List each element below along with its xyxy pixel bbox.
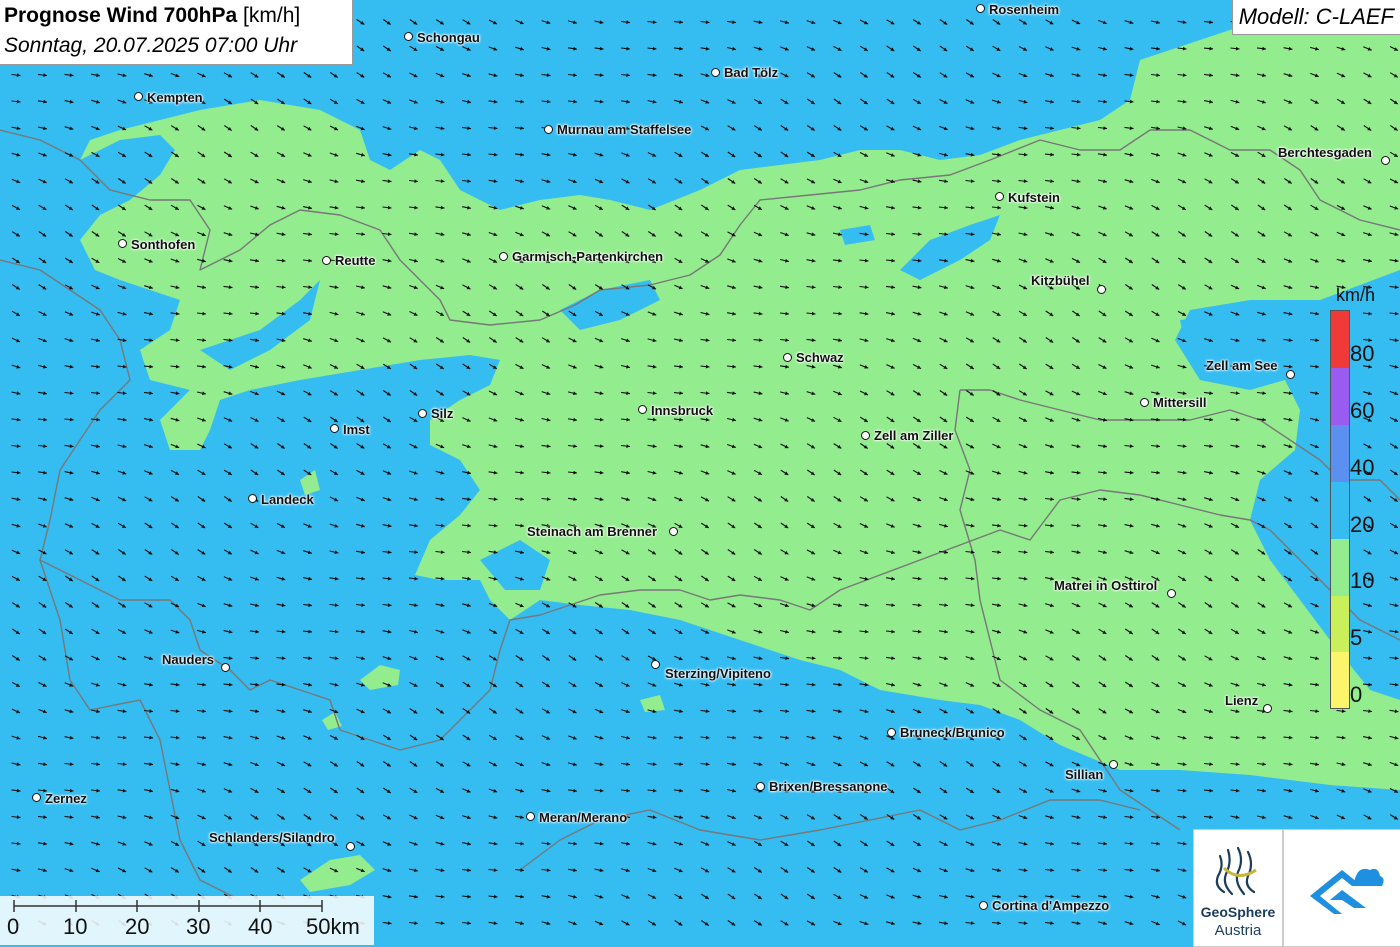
- city-dot: [1140, 398, 1149, 407]
- city-dot: [1167, 589, 1176, 598]
- city-dot: [1097, 285, 1106, 294]
- legend-label: 80: [1350, 341, 1375, 366]
- city-label: Kitzbühel: [1031, 273, 1090, 288]
- city-label: Landeck: [261, 492, 314, 507]
- city-label: Steinach am Brenner: [527, 524, 658, 539]
- city-dot: [544, 125, 553, 134]
- cloud-house-icon: [1310, 868, 1384, 914]
- city-label: Nauders: [162, 652, 215, 667]
- city-label: Zell am Ziller: [874, 428, 954, 443]
- legend-label: 5: [1350, 625, 1363, 650]
- city-label: Schwaz: [796, 350, 844, 365]
- city-dot: [526, 812, 535, 821]
- city-dot: [418, 409, 427, 418]
- city-dot: [711, 68, 720, 77]
- city-label: Brixen/Bressanone: [769, 779, 888, 794]
- city-dot: [887, 728, 896, 737]
- map-title: Prognose Wind 700hPa [km/h]: [4, 4, 300, 28]
- title-unit: [km/h]: [243, 4, 301, 27]
- city-dot: [499, 252, 508, 261]
- city-label: Kufstein: [1008, 190, 1060, 205]
- city-dot: [651, 660, 660, 669]
- legend-swatch: [1331, 311, 1349, 368]
- city-dot: [995, 192, 1004, 201]
- city-label: Imst: [343, 422, 370, 437]
- legend-unit: km/h: [1336, 285, 1376, 305]
- city-dot: [979, 901, 988, 910]
- city-label: Meran/Merano: [539, 810, 628, 825]
- city-dot: [638, 405, 647, 414]
- model-label: Modell: C-LAEF: [1231, 0, 1400, 35]
- city-dot: [322, 256, 331, 265]
- city-label: Rosenheim: [989, 2, 1060, 17]
- city-label: Berchtesgaden: [1278, 145, 1372, 160]
- city-dot: [118, 239, 127, 248]
- city-label: Garmisch-Partenkirchen: [512, 249, 664, 264]
- city-dot: [1263, 704, 1272, 713]
- weather-app-logo[interactable]: [1283, 829, 1400, 947]
- city-label: Bruneck/Brunico: [900, 725, 1005, 740]
- forecast-datetime: Sonntag, 20.07.2025 07:00 Uhr: [4, 34, 298, 57]
- geosphere-country: Austria: [1214, 922, 1262, 939]
- color-legend: [1330, 310, 1350, 709]
- title-text: Prognose Wind 700hPa: [4, 4, 238, 27]
- scale-label: 50km: [306, 914, 360, 939]
- city-label: Reutte: [335, 253, 376, 268]
- city-dot: [404, 32, 413, 41]
- wind-map: [0, 0, 1400, 945]
- city-label: Zernez: [45, 791, 87, 806]
- city-label: Innsbruck: [651, 403, 714, 418]
- legend-swatch: [1331, 368, 1349, 425]
- city-label: Lienz: [1225, 693, 1259, 708]
- city-dot: [1381, 156, 1390, 165]
- city-label: Bad Tölz: [724, 65, 779, 80]
- legend-swatch: [1331, 425, 1349, 482]
- legend-label: 40: [1350, 455, 1375, 480]
- legend-swatch: [1331, 539, 1349, 596]
- geosphere-logo[interactable]: GeoSphere Austria: [1193, 829, 1283, 947]
- city-dot: [861, 431, 870, 440]
- geosphere-name: GeoSphere: [1200, 904, 1276, 920]
- scale-label: 40: [248, 914, 273, 939]
- city-label: Zell am See: [1206, 358, 1278, 373]
- city-label: Mittersill: [1153, 395, 1207, 410]
- geosphere-emblem-icon: [1215, 846, 1257, 896]
- city-dot: [669, 527, 678, 536]
- city-label: Schongau: [417, 30, 480, 45]
- city-dot: [221, 663, 230, 672]
- city-dot: [134, 92, 143, 101]
- city-dot: [783, 353, 792, 362]
- city-dot: [346, 842, 355, 851]
- title-panel: Prognose Wind 700hPa [km/h] Sonntag, 20.…: [0, 0, 353, 65]
- city-label: Cortina d'Ampezzo: [992, 898, 1110, 913]
- legend-swatch: [1331, 596, 1349, 652]
- city-label: Sonthofen: [131, 237, 196, 252]
- scale-label: 0: [7, 914, 20, 939]
- city-dot: [976, 4, 985, 13]
- scale-label: 10: [63, 914, 88, 939]
- city-label: Kempten: [147, 90, 203, 105]
- scale-label: 30: [186, 914, 211, 939]
- legend-swatch: [1331, 482, 1349, 539]
- city-dot: [756, 782, 765, 791]
- legend-label: 10: [1350, 568, 1375, 593]
- city-dot: [330, 424, 339, 433]
- city-dot: [1286, 370, 1295, 379]
- legend-label: 20: [1350, 512, 1375, 537]
- city-label: Schlanders/Silandro: [209, 830, 335, 845]
- city-dot: [248, 494, 257, 503]
- city-dot: [32, 793, 41, 802]
- legend-label: 60: [1350, 398, 1375, 423]
- city-label: Sterzing/Vipiteno: [665, 666, 771, 681]
- city-label: Sillian: [1065, 767, 1104, 782]
- city-dot: [1109, 760, 1118, 769]
- scale-label: 20: [125, 914, 150, 939]
- city-label: Silz: [431, 406, 454, 421]
- city-label: Matrei in Osttirol: [1054, 578, 1158, 593]
- city-label: Murnau am Staffelsee: [557, 122, 692, 137]
- legend-label: 0: [1350, 682, 1363, 707]
- legend-swatch: [1331, 652, 1349, 708]
